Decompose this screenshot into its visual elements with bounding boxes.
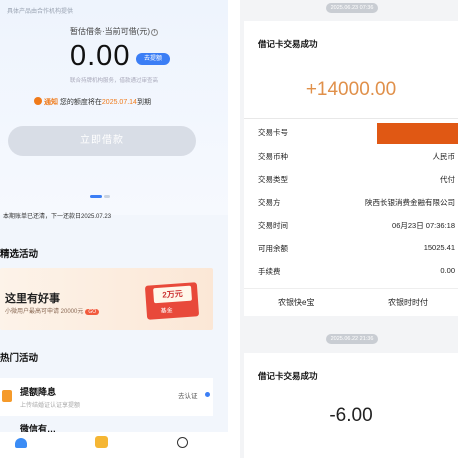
quota-label-text: 暂估借条·当前可借(元) (70, 27, 150, 36)
provider-note: 具体产品由合作机构提供 (7, 9, 74, 15)
promo-banner[interactable]: 这里有好事 小微用户最高可申请 20000元 GO 2万元 基金 (0, 268, 213, 330)
card-title: 借记卡交易成功 (258, 371, 318, 381)
activity-subtitle: 上传结婚证认证享提额 (20, 403, 81, 409)
card-action-bar: 农银快e宝 农银时时付 (244, 288, 458, 316)
transaction-amount: +14000.00 (305, 79, 397, 100)
carousel-dot (104, 195, 110, 198)
card-title: 借记卡交易成功 (258, 39, 318, 49)
info-icon[interactable]: i (151, 29, 158, 36)
notice-date: 2025.07.14 (101, 99, 137, 106)
arrow-right-icon (205, 392, 210, 397)
shishi-fu-button[interactable]: 农银时时付 (388, 297, 428, 308)
activity-title: 提额降息 (20, 387, 57, 397)
expiry-notice[interactable]: 通知 您的额度将在2025.07.14到期 (34, 97, 151, 107)
activity-row-raise[interactable]: 提额降息 上传结婚证认证享提额 去认证 (0, 378, 213, 416)
activity-action[interactable]: 去认证 (178, 390, 198, 400)
row-key: 交易时间 (258, 221, 288, 230)
carousel-dots (90, 185, 112, 203)
bank-messages-panel: 2025.06.23 07:36 借记卡交易成功 +14000.00 交易卡号 … (240, 0, 458, 458)
coupon-value: 2万元 (153, 285, 193, 304)
promo-subtitle: 小微用户最高可申请 20000元 GO (5, 306, 100, 315)
row-fee: 手续费 0.00 (258, 266, 458, 278)
redaction-block (377, 123, 458, 144)
row-key: 交易方 (258, 198, 281, 207)
section-title-featured: 精选活动 (0, 249, 39, 260)
row-value: 人民币 (432, 152, 456, 161)
row-value: 陕西长银消费金融有限公司 (365, 198, 455, 207)
profile-icon[interactable] (177, 437, 188, 448)
quota-amount: 0.00 (70, 40, 131, 72)
row-value: 0.00 (440, 266, 455, 275)
bell-icon (34, 97, 42, 105)
transaction-amount: -6.00 (329, 405, 373, 426)
timestamp-chip-2: 2025.06.22 21:36 (326, 334, 378, 344)
row-value: 15025.41 (423, 243, 455, 252)
row-currency: 交易币种 人民币 (258, 151, 458, 163)
section-title-hot: 热门活动 (0, 353, 39, 364)
row-value: 代付 (440, 175, 455, 184)
transaction-card-income[interactable]: 借记卡交易成功 +14000.00 交易卡号 交易币种 人民币 交易类型 代付 … (244, 21, 458, 316)
quota-label: 暂估借条·当前可借(元) i (0, 26, 228, 37)
kuaie-bao-button[interactable]: 农银快e宝 (278, 297, 314, 308)
row-key: 交易卡号 (258, 128, 288, 137)
row-value: 06月23日 07:36:18 (392, 221, 455, 230)
loan-app-panel: 具体产品由合作机构提供 暂估借条·当前可借(元) i 0.00 去提额 联合持牌机… (0, 0, 228, 458)
promo-subtitle-text: 小微用户最高可申请 20000元 (5, 309, 84, 315)
transaction-card-expense[interactable]: 借记卡交易成功 -6.00 (244, 353, 458, 458)
carousel-dot-active (90, 195, 102, 198)
timestamp-chip: 2025.06.23 07:36 (326, 3, 378, 13)
home-icon[interactable] (15, 438, 27, 448)
row-key: 交易类型 (258, 175, 288, 184)
coupon-label: 基金 (160, 307, 173, 315)
notice-prefix: 您的额度将在 (59, 99, 102, 106)
row-card-number: 交易卡号 (258, 123, 458, 144)
bill-status: 本期账单已还清，下一还款日2025.07.23 (0, 208, 228, 222)
service-note: 联合持牌机构服务，借款通过审查高 (69, 78, 158, 84)
promo-go-badge[interactable]: GO (85, 309, 100, 315)
bottom-tab-bar (0, 432, 228, 458)
row-balance: 可用余额 15025.41 (258, 243, 458, 255)
raise-quota-button[interactable]: 去提额 (136, 53, 170, 65)
promo-title: 这里有好事 (5, 293, 60, 305)
notice-tag: 通知 (43, 99, 58, 106)
row-key: 手续费 (258, 267, 281, 276)
row-counterparty: 交易方 陕西长银消费金融有限公司 (258, 197, 458, 209)
bill-status-text: 本期账单已还清，下一还款日2025.07.23 (3, 214, 112, 220)
screenshot-stage: 具体产品由合作机构提供 暂估借条·当前可借(元) i 0.00 去提额 联合持牌机… (0, 0, 458, 458)
coupon-graphic: 2万元 基金 (144, 282, 200, 320)
row-key: 可用余额 (258, 244, 288, 253)
row-time: 交易时间 06月23日 07:36:18 (258, 220, 458, 232)
notice-suffix: 到期 (136, 99, 151, 106)
gift-icon[interactable] (95, 436, 108, 448)
row-type: 交易类型 代付 (258, 174, 458, 186)
row-key: 交易币种 (258, 152, 288, 161)
borrow-now-button[interactable]: 立即借款 (8, 126, 196, 156)
divider (244, 118, 458, 119)
coin-icon (2, 390, 12, 402)
